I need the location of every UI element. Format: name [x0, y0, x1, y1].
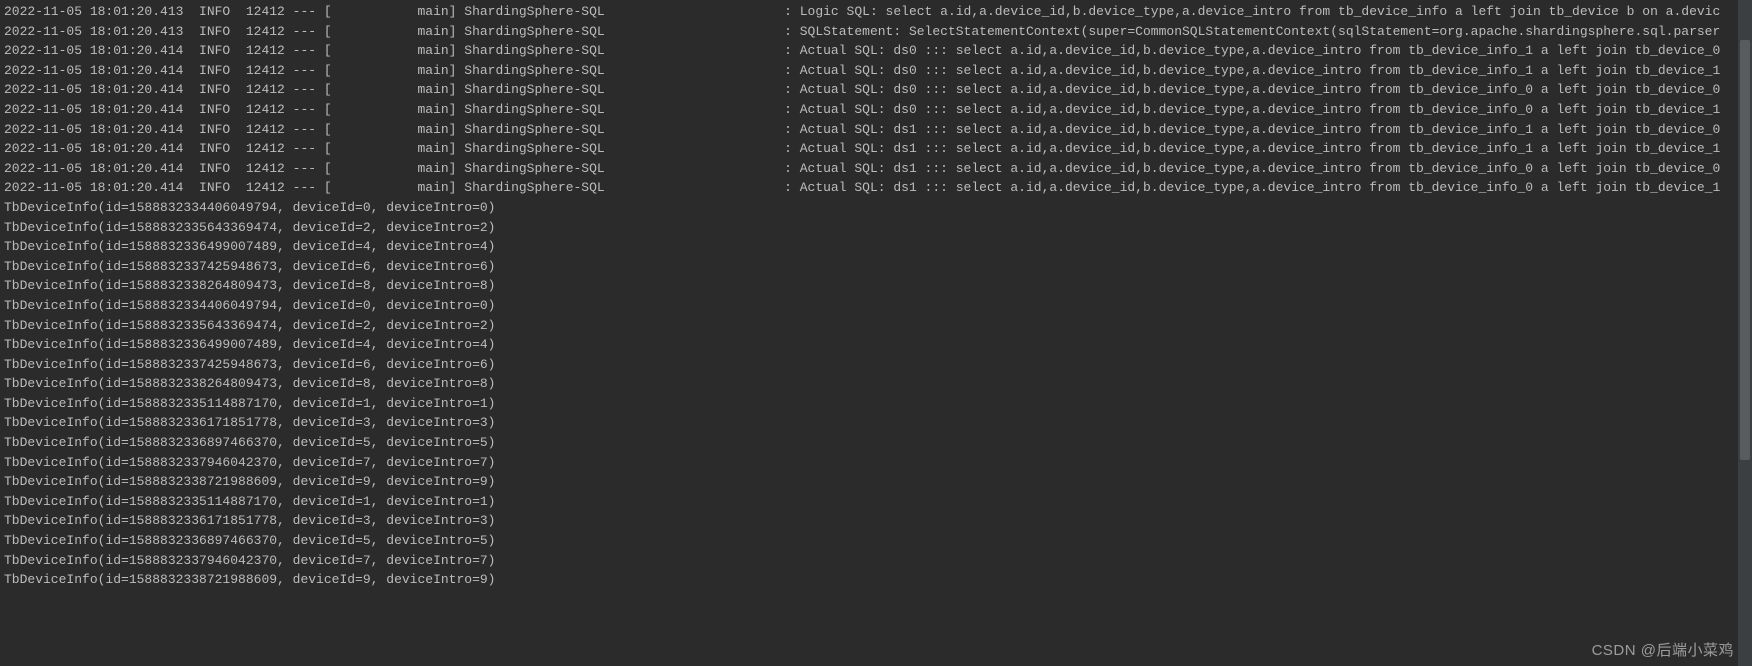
- log-line: TbDeviceInfo(id=1588832334406049794, dev…: [4, 198, 1748, 218]
- log-line: TbDeviceInfo(id=1588832335114887170, dev…: [4, 492, 1748, 512]
- console-log-output[interactable]: 2022-11-05 18:01:20.413 INFO 12412 --- […: [0, 0, 1752, 666]
- log-line: 2022-11-05 18:01:20.413 INFO 12412 --- […: [4, 22, 1748, 42]
- log-line: TbDeviceInfo(id=1588832337946042370, dev…: [4, 453, 1748, 473]
- log-line: TbDeviceInfo(id=1588832338264809473, dev…: [4, 374, 1748, 394]
- log-line: TbDeviceInfo(id=1588832338264809473, dev…: [4, 276, 1748, 296]
- log-line: TbDeviceInfo(id=1588832336171851778, dev…: [4, 511, 1748, 531]
- scrollbar-track[interactable]: [1738, 0, 1752, 666]
- log-line: TbDeviceInfo(id=1588832336499007489, dev…: [4, 335, 1748, 355]
- log-line: TbDeviceInfo(id=1588832336499007489, dev…: [4, 237, 1748, 257]
- log-line: TbDeviceInfo(id=1588832336897466370, dev…: [4, 433, 1748, 453]
- log-line: 2022-11-05 18:01:20.414 INFO 12412 --- […: [4, 139, 1748, 159]
- log-line: 2022-11-05 18:01:20.414 INFO 12412 --- […: [4, 100, 1748, 120]
- log-line: TbDeviceInfo(id=1588832334406049794, dev…: [4, 296, 1748, 316]
- log-line: TbDeviceInfo(id=1588832338721988609, dev…: [4, 570, 1748, 590]
- scrollbar-thumb[interactable]: [1740, 40, 1750, 460]
- log-line: TbDeviceInfo(id=1588832337946042370, dev…: [4, 551, 1748, 571]
- log-line: TbDeviceInfo(id=1588832335643369474, dev…: [4, 316, 1748, 336]
- log-line: TbDeviceInfo(id=1588832338721988609, dev…: [4, 472, 1748, 492]
- log-line: TbDeviceInfo(id=1588832336897466370, dev…: [4, 531, 1748, 551]
- log-line: 2022-11-05 18:01:20.414 INFO 12412 --- […: [4, 61, 1748, 81]
- log-line: TbDeviceInfo(id=1588832335643369474, dev…: [4, 218, 1748, 238]
- log-line: 2022-11-05 18:01:20.414 INFO 12412 --- […: [4, 159, 1748, 179]
- log-line: 2022-11-05 18:01:20.414 INFO 12412 --- […: [4, 178, 1748, 198]
- log-line: 2022-11-05 18:01:20.413 INFO 12412 --- […: [4, 2, 1748, 22]
- log-line: TbDeviceInfo(id=1588832337425948673, dev…: [4, 257, 1748, 277]
- log-line: TbDeviceInfo(id=1588832337425948673, dev…: [4, 355, 1748, 375]
- log-line: 2022-11-05 18:01:20.414 INFO 12412 --- […: [4, 120, 1748, 140]
- log-line: 2022-11-05 18:01:20.414 INFO 12412 --- […: [4, 80, 1748, 100]
- log-line: TbDeviceInfo(id=1588832335114887170, dev…: [4, 394, 1748, 414]
- log-line: 2022-11-05 18:01:20.414 INFO 12412 --- […: [4, 41, 1748, 61]
- log-line: TbDeviceInfo(id=1588832336171851778, dev…: [4, 413, 1748, 433]
- watermark-text: CSDN @后端小菜鸡: [1592, 639, 1734, 660]
